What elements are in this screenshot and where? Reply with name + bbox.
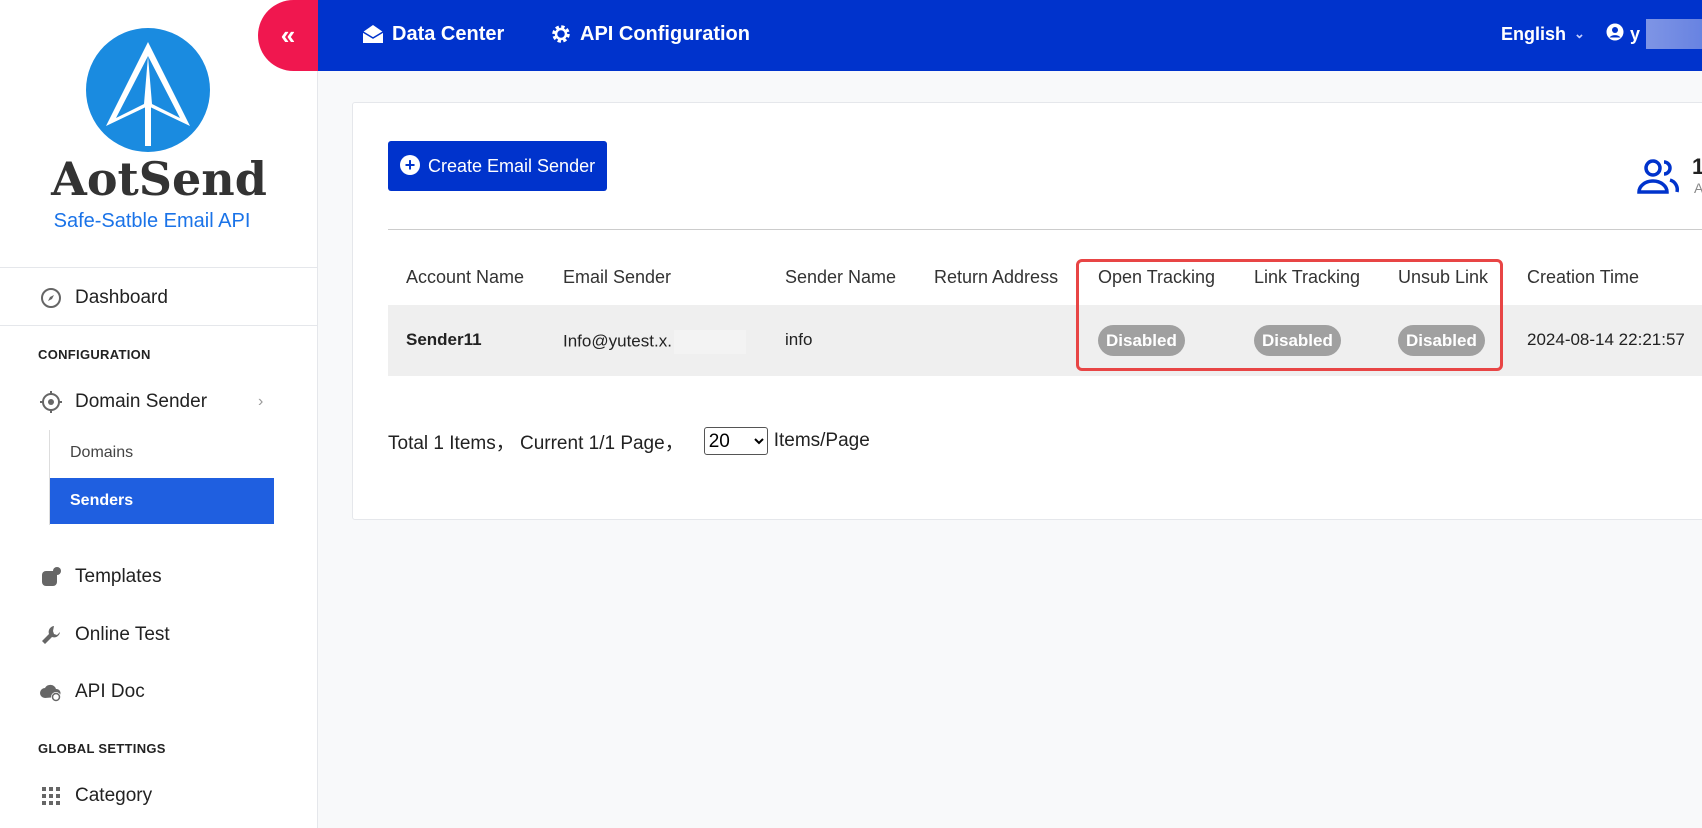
column-header-email-sender[interactable]: Email Sender <box>563 267 671 288</box>
sidebar-item-category[interactable]: Category <box>0 768 318 824</box>
pagination: Total 1 Items， Current 1/1 Page， 20 Item… <box>388 427 870 455</box>
chevron-down-icon: ⌄ <box>1574 26 1585 41</box>
envelope-open-icon <box>362 24 384 44</box>
email-redacted <box>673 330 746 354</box>
divider <box>388 229 1702 230</box>
column-header-sender-name[interactable]: Sender Name <box>785 267 896 288</box>
brand-name: AotSend <box>51 152 267 206</box>
user-name: y <box>1630 23 1641 44</box>
sidebar-item-label: API Doc <box>75 681 145 702</box>
sidebar-subitem-domains[interactable]: Domains <box>50 430 274 476</box>
cell-sender-name: info <box>785 330 813 349</box>
sidebar-item-label: Domain Sender <box>75 391 208 412</box>
logo-icon <box>86 28 210 152</box>
sidebar: AotSend Safe-Satble Email API Dashboard … <box>0 0 318 828</box>
sidebar-item-dashboard[interactable]: Dashboard <box>0 270 318 326</box>
gear-icon <box>550 23 572 45</box>
cell-creation-time: 2024-08-14 22:21:57 <box>1527 330 1685 349</box>
cloud-sync-icon <box>38 679 64 705</box>
language-label: English <box>1501 23 1567 44</box>
templates-icon <box>38 564 64 590</box>
page-size-select[interactable]: 20 <box>703 427 768 455</box>
highlight-annotation-box <box>1076 259 1503 371</box>
section-label-configuration: CONFIGURATION <box>38 347 151 362</box>
wrench-icon <box>38 622 64 648</box>
column-header-creation-time[interactable]: Creation Time <box>1527 267 1639 288</box>
pagination-summary: Total 1 Items， Current 1/1 Page， <box>388 432 684 454</box>
grid-icon <box>38 783 64 809</box>
sidebar-item-label: Dashboard <box>75 286 168 308</box>
user-menu[interactable]: y <box>1606 0 1702 68</box>
email-sender-text: Info@yutest.x. <box>563 331 672 351</box>
stat-label: A <box>1694 180 1702 196</box>
topnav-label: Data Center <box>392 22 505 45</box>
subnav-domain-sender: Domains Senders <box>49 430 274 525</box>
users-icon <box>1636 158 1680 199</box>
topnav-data-center[interactable]: Data Center <box>362 0 504 68</box>
cell-email-sender: Info@yutest.x. <box>563 330 746 354</box>
section-label-global-settings: GLOBAL SETTINGS <box>38 741 166 756</box>
column-header-account-name[interactable]: Account Name <box>406 267 524 288</box>
target-icon <box>38 389 64 415</box>
create-button-label: Create Email Sender <box>428 155 596 176</box>
sidebar-item-api-doc[interactable]: API Doc <box>0 664 318 720</box>
language-selector[interactable]: English ⌄ <box>1501 0 1585 68</box>
topnav-label: API Configuration <box>580 22 750 45</box>
sidebar-item-label: Templates <box>75 566 162 587</box>
cell-account-name: Sender11 <box>406 330 482 349</box>
top-bar <box>318 0 1702 71</box>
create-email-sender-button[interactable]: + Create Email Sender <box>388 141 607 191</box>
topnav-api-configuration[interactable]: API Configuration <box>550 0 750 68</box>
plus-icon: + <box>400 155 420 175</box>
sidebar-item-label: Category <box>75 785 153 806</box>
sidebar-item-label: Online Test <box>75 624 170 645</box>
compass-icon <box>38 285 64 311</box>
sidebar-item-domain-sender[interactable]: Domain Sender › <box>0 374 318 430</box>
sidebar-item-online-test[interactable]: Online Test <box>0 607 318 663</box>
stat-number: 1 <box>1692 154 1702 179</box>
chevron-right-icon: › <box>258 393 264 410</box>
pagination-suffix: Items/Page <box>773 430 870 451</box>
sidebar-subitem-senders[interactable]: Senders <box>50 478 274 524</box>
user-icon <box>1606 23 1624 46</box>
sidebar-item-templates[interactable]: Templates <box>0 549 318 605</box>
brand-tagline: Safe-Satble Email API <box>53 210 251 232</box>
user-name-redacted <box>1646 19 1702 49</box>
column-header-return-address[interactable]: Return Address <box>934 267 1058 288</box>
